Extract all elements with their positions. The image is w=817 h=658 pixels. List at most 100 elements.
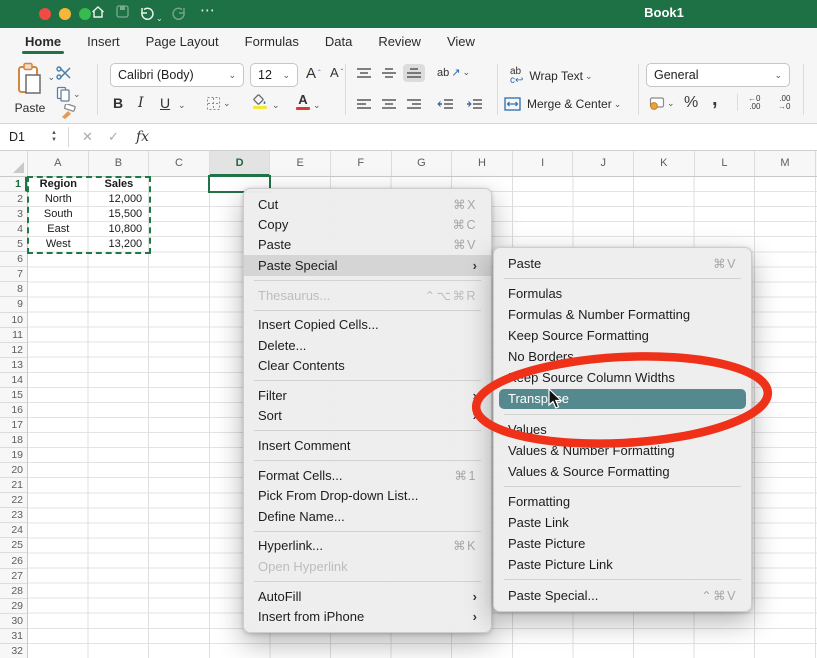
increase-font-size-button[interactable]: Aˆ (306, 65, 321, 82)
cut-button[interactable] (56, 66, 72, 81)
column-header-F[interactable]: F (331, 151, 392, 176)
row-header-17[interactable]: 17 (0, 418, 27, 433)
row-header-28[interactable]: 28 (0, 584, 27, 599)
close-window-button[interactable] (39, 8, 51, 20)
increase-decimal-button[interactable]: ←0.00 (748, 95, 760, 111)
column-header-L[interactable]: L (695, 151, 756, 176)
column-header-E[interactable]: E (270, 151, 331, 176)
tab-data[interactable]: Data (312, 28, 365, 56)
row-header-24[interactable]: 24 (0, 523, 27, 538)
row-header-12[interactable]: 12 (0, 343, 27, 358)
context-menu-item-clear-contents[interactable]: Clear Contents (244, 355, 491, 375)
row-header-29[interactable]: 29 (0, 599, 27, 614)
minimize-window-button[interactable] (59, 8, 71, 20)
align-top-button[interactable] (356, 67, 372, 79)
copy-button[interactable]: ⌄ (56, 86, 81, 102)
copy-dropdown-chevron-icon[interactable]: ⌄ (73, 89, 81, 100)
format-painter-button[interactable] (60, 104, 77, 120)
underline-button[interactable]: U (160, 95, 170, 111)
paste-special-item-paste-picture-link[interactable]: Paste Picture Link (494, 554, 751, 575)
undo-icon[interactable] (138, 4, 154, 25)
context-menu-item-insert-comment[interactable]: Insert Comment (244, 435, 491, 455)
cancel-icon[interactable]: ✕ (82, 124, 93, 150)
context-menu-item-define-name[interactable]: Define Name... (244, 506, 491, 526)
increase-indent-button[interactable] (466, 98, 483, 110)
underline-dropdown-chevron-icon[interactable]: ⌄ (178, 100, 186, 111)
align-right-button[interactable] (406, 98, 422, 110)
row-header-19[interactable]: 19 (0, 448, 27, 463)
row-header-20[interactable]: 20 (0, 463, 27, 478)
borders-button[interactable]: ⌄ (206, 96, 231, 111)
context-menu-item-pick-from-drop-down-list[interactable]: Pick From Drop-down List... (244, 486, 491, 506)
tab-page-layout[interactable]: Page Layout (133, 28, 232, 56)
row-header-18[interactable]: 18 (0, 433, 27, 448)
row-header-25[interactable]: 25 (0, 538, 27, 553)
font-name-select[interactable]: Calibri (Body)⌄ (110, 63, 244, 87)
paste-special-item-values-source-formatting[interactable]: Values & Source Formatting (494, 461, 751, 482)
context-menu-item-filter[interactable]: Filter› (244, 385, 491, 405)
context-menu-item-paste[interactable]: Paste⌘V (244, 235, 491, 255)
column-header-I[interactable]: I (513, 151, 574, 176)
align-bottom-button[interactable] (403, 64, 425, 82)
accounting-format-button[interactable]: ⌄ (648, 96, 675, 110)
paste-special-item-formulas[interactable]: Formulas (494, 283, 751, 304)
row-header-9[interactable]: 9 (0, 297, 27, 312)
font-color-dropdown-chevron-icon[interactable]: ⌄ (313, 100, 321, 111)
paste-button[interactable]: ⌄ Paste (8, 62, 52, 115)
row-header-1[interactable]: 1 (0, 177, 27, 192)
orientation-button[interactable]: ab↗ ⌄ (437, 66, 470, 79)
accounting-dropdown-chevron-icon[interactable]: ⌄ (667, 98, 675, 109)
paste-special-item-formulas-number-formatting[interactable]: Formulas & Number Formatting (494, 304, 751, 325)
paste-special-item-formatting[interactable]: Formatting (494, 491, 751, 512)
row-header-32[interactable]: 32 (0, 644, 27, 658)
fill-color-button[interactable] (252, 94, 267, 109)
font-size-select[interactable]: 12⌄ (250, 63, 298, 87)
row-header-15[interactable]: 15 (0, 388, 27, 403)
row-header-26[interactable]: 26 (0, 554, 27, 569)
row-header-14[interactable]: 14 (0, 373, 27, 388)
bold-button[interactable]: B (113, 95, 123, 111)
context-menu-item-paste-special[interactable]: Paste Special› (244, 255, 491, 275)
tab-view[interactable]: View (434, 28, 488, 56)
italic-button[interactable]: I (138, 95, 144, 111)
select-all-corner[interactable] (0, 151, 28, 176)
wrap-text-button[interactable]: abc↩ Wrap Text ⌄ (510, 67, 593, 85)
formula-input[interactable] (160, 124, 817, 150)
row-header-8[interactable]: 8 (0, 282, 27, 297)
row-header-3[interactable]: 3 (0, 207, 27, 222)
paste-special-item-paste[interactable]: Paste⌘V (494, 253, 751, 274)
context-menu-item-cut[interactable]: Cut⌘X (244, 194, 491, 214)
column-header-A[interactable]: A (28, 151, 89, 176)
column-header-C[interactable]: C (149, 151, 210, 176)
row-header-2[interactable]: 2 (0, 192, 27, 207)
paste-special-item-transpose[interactable]: Transpose (494, 388, 751, 409)
tab-insert[interactable]: Insert (74, 28, 133, 56)
insert-function-icon[interactable]: fx (136, 124, 149, 150)
paste-special-item-values-number-formatting[interactable]: Values & Number Formatting (494, 440, 751, 461)
decrease-indent-button[interactable] (437, 98, 454, 110)
borders-dropdown-chevron-icon[interactable]: ⌄ (223, 98, 231, 109)
tab-formulas[interactable]: Formulas (232, 28, 312, 56)
row-header-30[interactable]: 30 (0, 614, 27, 629)
merge-center-button[interactable]: Merge & Center ⌄ (504, 97, 621, 111)
enter-icon[interactable]: ✓ (108, 124, 119, 150)
home-icon[interactable] (90, 4, 106, 25)
decrease-decimal-button[interactable]: .00→0 (778, 95, 790, 111)
context-menu-item-thesaurus[interactable]: Thesaurus...⌃⌥⌘R (244, 285, 491, 305)
context-menu-item-insert-copied-cells[interactable]: Insert Copied Cells... (244, 315, 491, 335)
align-center-button[interactable] (381, 98, 397, 110)
context-menu-item-open-hyperlink[interactable]: Open Hyperlink (244, 556, 491, 576)
row-header-16[interactable]: 16 (0, 403, 27, 418)
wrap-text-dropdown-chevron-icon[interactable]: ⌄ (585, 71, 593, 82)
decrease-font-size-button[interactable]: Aˇ (330, 65, 343, 80)
align-middle-button[interactable] (381, 67, 397, 79)
save-icon[interactable] (115, 4, 130, 24)
more-toolbar-icon[interactable]: ⋯ (200, 1, 216, 21)
paste-special-item-paste-link[interactable]: Paste Link (494, 512, 751, 533)
tab-home[interactable]: Home (12, 28, 74, 56)
name-box-stepper[interactable]: ▲▼ (48, 128, 60, 146)
paste-dropdown-chevron-icon[interactable]: ⌄ (47, 72, 55, 83)
paste-special-item-keep-source-column-widths[interactable]: Keep Source Column Widths (494, 367, 751, 388)
font-color-button[interactable]: A (296, 92, 310, 110)
context-menu-item-autofill[interactable]: AutoFill› (244, 586, 491, 606)
